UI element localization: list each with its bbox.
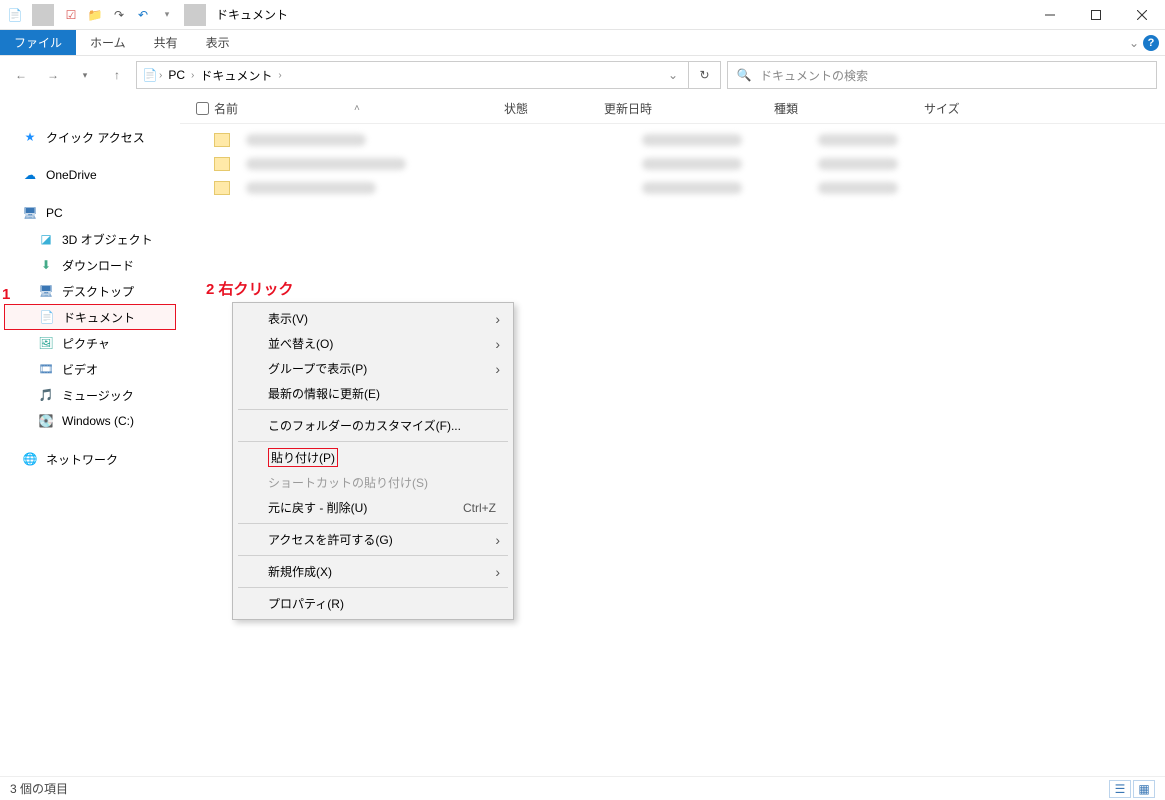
- ctx-undo[interactable]: 元に戻す - 削除(U)Ctrl+Z: [236, 495, 510, 520]
- chevron-right-icon[interactable]: ›: [278, 70, 281, 81]
- ctx-group[interactable]: グループで表示(P)›: [236, 356, 510, 381]
- nav-tree[interactable]: ★クイック アクセス ☁OneDrive 🖥PC ◪3D オブジェクト ⬇ダウン…: [0, 94, 180, 776]
- desktop-icon: 🖥: [38, 283, 54, 299]
- folder-icon: 📄: [141, 67, 159, 83]
- chevron-right-icon: ›: [495, 361, 500, 377]
- back-button[interactable]: ←: [8, 62, 34, 88]
- ctx-paste[interactable]: 貼り付け(P): [236, 445, 510, 470]
- nav-desktop[interactable]: 🖥デスクトップ: [0, 278, 180, 304]
- column-headers[interactable]: 名前 ˄ 状態 更新日時 種類 サイズ: [180, 94, 1165, 124]
- properties-qat-icon[interactable]: ☑: [60, 4, 82, 26]
- address-dropdown-icon[interactable]: ⌄: [662, 68, 684, 82]
- tab-view[interactable]: 表示: [192, 30, 244, 55]
- breadcrumb-current[interactable]: ドキュメント: [194, 67, 278, 84]
- col-name[interactable]: 名前: [214, 100, 238, 117]
- ribbon-expand-icon[interactable]: ⌄: [1129, 36, 1139, 50]
- search-placeholder: ドキュメントの検索: [760, 67, 868, 84]
- forward-button[interactable]: →: [40, 62, 66, 88]
- search-input[interactable]: 🔍 ドキュメントの検索: [727, 61, 1157, 89]
- tab-share[interactable]: 共有: [140, 30, 192, 55]
- maximize-button[interactable]: [1073, 0, 1119, 30]
- view-details-button[interactable]: ☰: [1109, 780, 1131, 798]
- list-item[interactable]: [180, 176, 1165, 200]
- search-icon: 🔍: [736, 67, 752, 83]
- chevron-right-icon: ›: [495, 564, 500, 580]
- ctx-new[interactable]: 新規作成(X)›: [236, 559, 510, 584]
- col-date[interactable]: 更新日時: [604, 100, 774, 117]
- view-large-icons-button[interactable]: ▦: [1133, 780, 1155, 798]
- list-item[interactable]: [180, 152, 1165, 176]
- nav-videos[interactable]: 🎞ビデオ: [0, 356, 180, 382]
- app-icon: 📄: [4, 4, 26, 26]
- separator-icon: [238, 409, 508, 410]
- annotation-2: 2 右クリック: [206, 278, 294, 299]
- ctx-properties[interactable]: プロパティ(R): [236, 591, 510, 616]
- tab-file[interactable]: ファイル: [0, 30, 76, 55]
- pc-icon: 🖥: [22, 205, 38, 221]
- context-menu: 表示(V)› 並べ替え(O)› グループで表示(P)› 最新の情報に更新(E) …: [232, 302, 514, 620]
- separator-icon: [238, 587, 508, 588]
- nav-quick-access[interactable]: ★クイック アクセス: [0, 124, 180, 150]
- up-button[interactable]: ↑: [104, 62, 130, 88]
- nav-downloads[interactable]: ⬇ダウンロード: [0, 252, 180, 278]
- sort-asc-icon: ˄: [354, 103, 360, 114]
- separator-icon: [32, 4, 54, 26]
- ctx-paste-shortcut: ショートカットの貼り付け(S): [236, 470, 510, 495]
- ctx-grant-access[interactable]: アクセスを許可する(G)›: [236, 527, 510, 552]
- video-icon: 🎞: [38, 361, 54, 377]
- recent-dropdown-icon[interactable]: ▾: [72, 62, 98, 88]
- folder-icon: [214, 181, 230, 195]
- chevron-right-icon: ›: [495, 532, 500, 548]
- cube-icon: ◪: [38, 231, 54, 247]
- close-button[interactable]: [1119, 0, 1165, 30]
- address-bar[interactable]: 📄 › PC › ドキュメント › ⌄: [136, 61, 689, 89]
- nav-windows-c[interactable]: 💽Windows (C:): [0, 408, 180, 434]
- separator-icon: [238, 555, 508, 556]
- select-all-checkbox[interactable]: [196, 102, 209, 115]
- nav-3d-objects[interactable]: ◪3D オブジェクト: [0, 226, 180, 252]
- redo-qat-icon[interactable]: ↷: [108, 4, 130, 26]
- list-item[interactable]: [180, 128, 1165, 152]
- download-icon: ⬇: [38, 257, 54, 273]
- chevron-right-icon: ›: [495, 336, 500, 352]
- status-item-count: 3 個の項目: [10, 780, 68, 797]
- new-folder-qat-icon[interactable]: 📁: [84, 4, 106, 26]
- ctx-customize[interactable]: このフォルダーのカスタマイズ(F)...: [236, 413, 510, 438]
- network-icon: 🌐: [22, 451, 38, 467]
- nav-pictures[interactable]: 🖼ピクチャ: [0, 330, 180, 356]
- minimize-button[interactable]: [1027, 0, 1073, 30]
- tab-home[interactable]: ホーム: [76, 30, 140, 55]
- window-title: ドキュメント: [210, 6, 288, 23]
- nav-onedrive[interactable]: ☁OneDrive: [0, 162, 180, 188]
- col-type[interactable]: 種類: [774, 100, 924, 117]
- undo-qat-icon[interactable]: ↶: [132, 4, 154, 26]
- chevron-right-icon: ›: [495, 311, 500, 327]
- document-icon: 📄: [39, 309, 55, 325]
- annotation-1: 1: [2, 286, 10, 303]
- music-icon: 🎵: [38, 387, 54, 403]
- nav-documents[interactable]: 📄ドキュメント: [4, 304, 176, 330]
- folder-icon: [214, 157, 230, 171]
- qat-dropdown-icon[interactable]: ▾: [156, 4, 178, 26]
- col-size[interactable]: サイズ: [924, 100, 1004, 117]
- separator-icon: [184, 4, 206, 26]
- cloud-icon: ☁: [22, 167, 38, 183]
- nav-network[interactable]: 🌐ネットワーク: [0, 446, 180, 472]
- ctx-view[interactable]: 表示(V)›: [236, 306, 510, 331]
- separator-icon: [238, 523, 508, 524]
- picture-icon: 🖼: [38, 335, 54, 351]
- separator-icon: [238, 441, 508, 442]
- nav-pc[interactable]: 🖥PC: [0, 200, 180, 226]
- ctx-sort[interactable]: 並べ替え(O)›: [236, 331, 510, 356]
- star-icon: ★: [22, 129, 38, 145]
- nav-music[interactable]: 🎵ミュージック: [0, 382, 180, 408]
- folder-icon: [214, 133, 230, 147]
- breadcrumb-pc[interactable]: PC: [162, 68, 191, 82]
- col-state[interactable]: 状態: [504, 100, 604, 117]
- ctx-refresh[interactable]: 最新の情報に更新(E): [236, 381, 510, 406]
- drive-icon: 💽: [38, 413, 54, 429]
- refresh-button[interactable]: ↻: [689, 61, 721, 89]
- help-icon[interactable]: ?: [1143, 35, 1159, 51]
